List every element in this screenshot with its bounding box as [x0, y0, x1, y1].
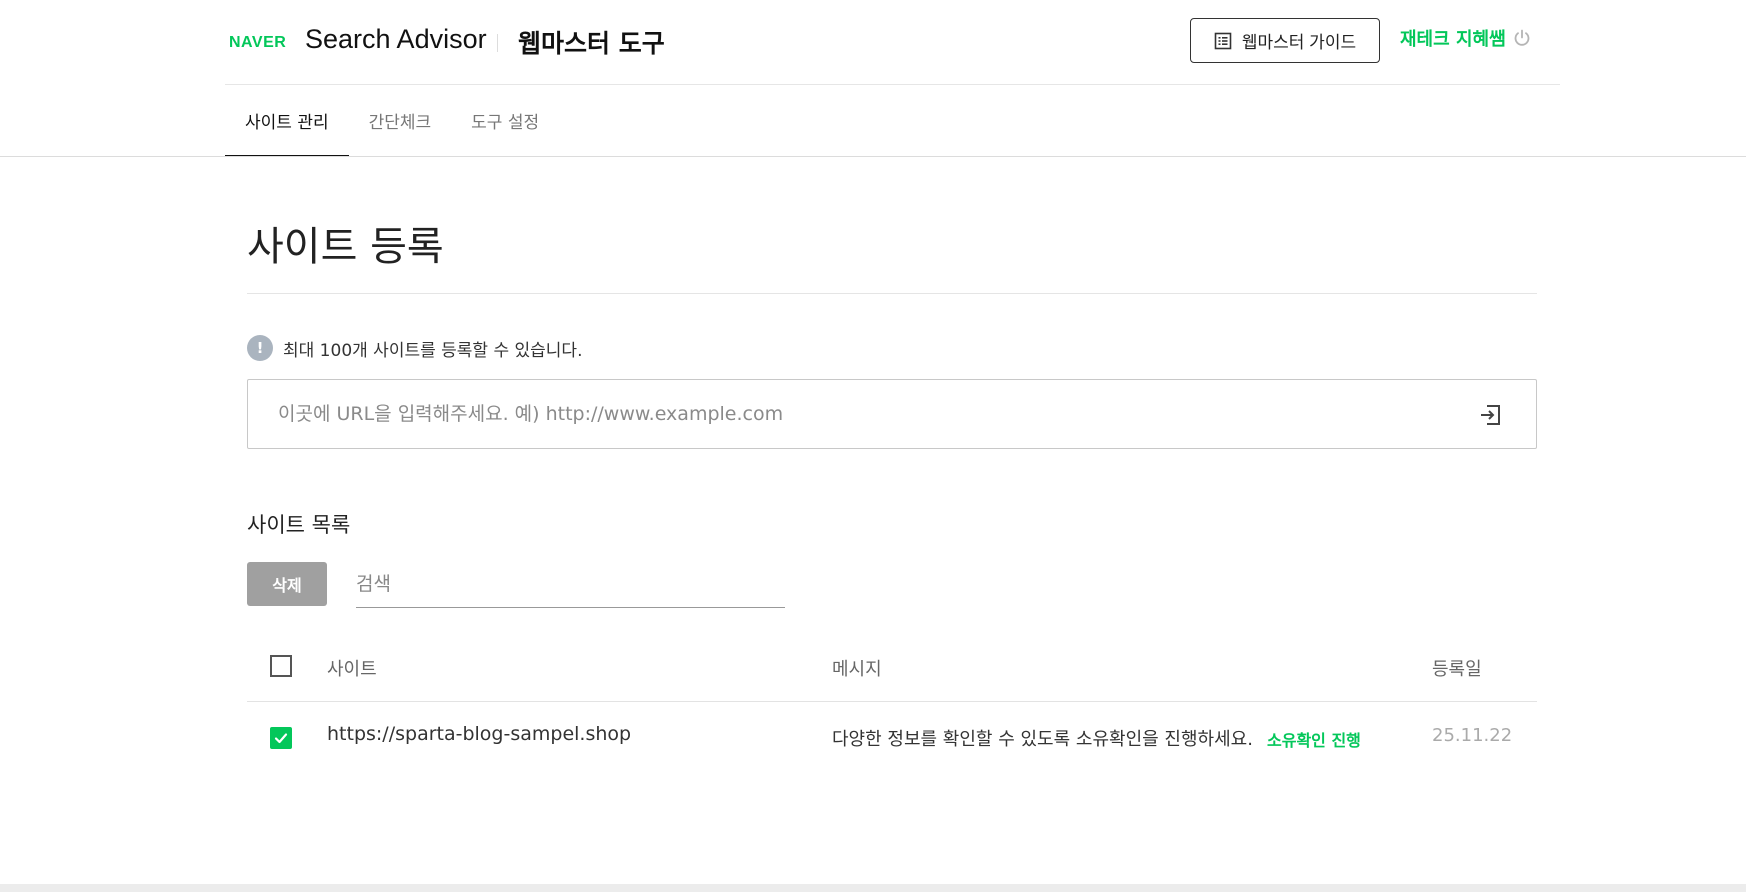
check-icon	[274, 733, 288, 744]
main-tabs: 사이트 관리 간단체크 도구 설정	[225, 85, 559, 157]
power-icon[interactable]	[1512, 28, 1532, 52]
verify-ownership-link[interactable]: 소유확인 진행	[1267, 727, 1361, 751]
url-input-box	[247, 379, 1537, 449]
exclamation-circle-icon: !	[247, 335, 273, 361]
tab-quick-check[interactable]: 간단체크	[349, 85, 452, 156]
url-input[interactable]	[276, 396, 1426, 432]
tab-site-management[interactable]: 사이트 관리	[225, 85, 349, 157]
tab-tool-settings[interactable]: 도구 설정	[451, 85, 559, 156]
webmaster-tools-title[interactable]: 웹마스터 도구	[518, 24, 665, 60]
webmaster-guide-button[interactable]: 웹마스터 가이드	[1190, 18, 1380, 63]
page-title: 사이트 등록	[247, 224, 444, 270]
tabs-divider	[0, 156, 1746, 157]
search-input[interactable]	[356, 562, 785, 606]
column-header-site: 사이트	[327, 659, 377, 680]
notice-text: 최대 100개 사이트를 등록할 수 있습니다.	[283, 340, 583, 361]
list-document-icon	[1214, 32, 1232, 50]
registration-date: 25.11.22	[1432, 725, 1513, 746]
footer-band	[0, 884, 1746, 892]
search-advisor-page: NAVER Search Advisor 웹마스터 도구 웹마스터 가이드 재테…	[0, 0, 1746, 892]
select-all-checkbox[interactable]	[270, 655, 292, 677]
naver-logo[interactable]: NAVER	[229, 34, 286, 52]
delete-button[interactable]: 삭제	[247, 562, 327, 606]
row-checkbox[interactable]	[270, 727, 292, 749]
search-field	[356, 562, 785, 608]
header: NAVER Search Advisor 웹마스터 도구 웹마스터 가이드 재테…	[225, 0, 1560, 85]
site-url-link[interactable]: https://sparta-blog-sampel.shop	[327, 723, 631, 745]
user-name-link[interactable]: 재테크 지혜쌤	[1400, 25, 1506, 51]
site-list-title: 사이트 목록	[247, 513, 351, 537]
search-advisor-title[interactable]: Search Advisor	[305, 24, 487, 55]
table-header: 사이트 메시지 등록일	[247, 640, 1537, 702]
site-limit-notice: ! 최대 100개 사이트를 등록할 수 있습니다.	[247, 335, 582, 361]
guide-button-label: 웹마스터 가이드	[1241, 33, 1357, 52]
title-divider	[247, 293, 1537, 294]
table-row: https://sparta-blog-sampel.shop 다양한 정보를 …	[247, 703, 1537, 773]
logo-divider	[497, 34, 498, 52]
column-header-date: 등록일	[1432, 659, 1482, 680]
column-header-message: 메시지	[832, 659, 882, 680]
site-message: 다양한 정보를 확인할 수 있도록 소유확인을 진행하세요.	[832, 729, 1253, 750]
enter-arrow-icon[interactable]	[1478, 402, 1504, 432]
